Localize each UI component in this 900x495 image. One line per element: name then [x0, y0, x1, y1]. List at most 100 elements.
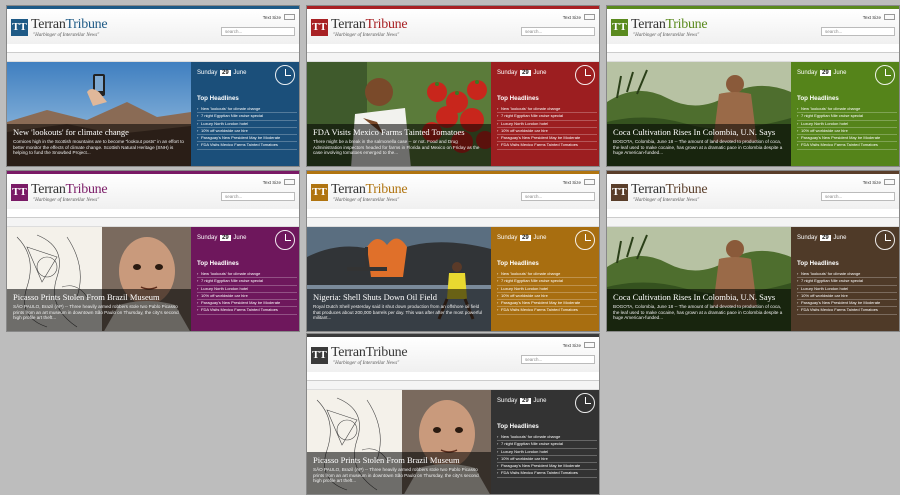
headline-item[interactable]: Luxury North London hotel	[197, 121, 297, 128]
theme-preview-panel[interactable]: TT TerranTribune "Harbinger of Interstel…	[6, 5, 300, 167]
text-size-control[interactable]	[284, 14, 295, 20]
headline-item[interactable]: FDA Visits Mexico Farms Tainted Tomatoes	[797, 307, 897, 315]
story-title[interactable]: Coca Cultivation Rises In Colombia, U.N.…	[613, 127, 785, 137]
story-title[interactable]: FDA Visits Mexico Farms Tainted Tomatoes	[313, 127, 485, 137]
theme-preview-panel[interactable]: TT TerranTribune "Harbinger of Interstel…	[306, 5, 600, 167]
headline-item[interactable]: 10% off worldwide car hire	[497, 456, 597, 464]
site-logo[interactable]: TerranTribune	[631, 17, 708, 33]
headline-item[interactable]: Paraguay's New President May be Moderate	[797, 300, 897, 308]
text-size-control[interactable]	[584, 342, 595, 348]
text-size-control[interactable]	[884, 179, 895, 185]
logo-mark-icon[interactable]: TT	[311, 19, 328, 36]
headline-item[interactable]: 7 night Egyptian Nile cruise special	[797, 278, 897, 286]
site-tagline: "Harbinger of Interstellar News"	[333, 198, 400, 203]
story-title[interactable]: Nigeria: Shell Shuts Down Oil Field	[313, 292, 485, 302]
headline-item[interactable]: 10% off worldwide car hire	[797, 293, 897, 301]
headline-item[interactable]: Luxury North London hotel	[497, 121, 597, 128]
theme-preview-panel[interactable]: TT TerranTribune "Harbinger of Interstel…	[306, 333, 600, 495]
logo-mark-icon[interactable]: TT	[611, 184, 628, 201]
sidebar: Sunday 29 June Top Headlines New 'lookou…	[491, 62, 599, 166]
text-size-control[interactable]	[584, 14, 595, 20]
search-input[interactable]: search...	[521, 27, 595, 36]
clock-icon	[275, 230, 295, 250]
text-size-label: Text Size	[262, 15, 281, 20]
headline-item[interactable]: 7 night Egyptian Nile cruise special	[497, 113, 597, 121]
headline-item[interactable]: 10% off worldwide car hire	[497, 293, 597, 301]
text-size-control[interactable]	[584, 179, 595, 185]
headline-item[interactable]: FDA Visits Mexico Farms Tainted Tomatoes	[497, 142, 597, 150]
sub-nav: FeaturesTypographyTutorialsWrapperStuff	[7, 218, 299, 232]
search-input[interactable]: search...	[221, 27, 295, 36]
headline-item[interactable]: Paraguay's New President May be Moderate	[497, 463, 597, 471]
logo-mark-icon[interactable]: TT	[11, 184, 28, 201]
theme-preview-panel[interactable]: TT TerranTribune "Harbinger of Interstel…	[6, 170, 300, 332]
headline-item[interactable]: 7 night Egyptian Nile cruise special	[497, 441, 597, 449]
site-logo[interactable]: TerranTribune	[631, 182, 708, 198]
headline-item[interactable]: FDA Visits Mexico Farms Tainted Tomatoes	[497, 470, 597, 478]
theme-preview-panel[interactable]: TT TerranTribune "Harbinger of Interstel…	[606, 170, 900, 332]
headline-list: New 'lookouts' for climate change7 night…	[197, 106, 297, 150]
headline-item[interactable]: Paraguay's New President May be Moderate	[797, 135, 897, 143]
story-title[interactable]: Picasso Prints Stolen From Brazil Museum	[13, 292, 185, 302]
headline-item[interactable]: New 'lookouts' for climate change	[197, 271, 297, 279]
headline-item[interactable]: 7 night Egyptian Nile cruise special	[497, 278, 597, 286]
headline-item[interactable]: Paraguay's New President May be Moderate	[497, 135, 597, 143]
site-logo[interactable]: TerranTribune	[331, 17, 408, 33]
logo-mark-icon[interactable]: TT	[11, 19, 28, 36]
theme-preview-panel[interactable]: TT TerranTribune "Harbinger of Interstel…	[306, 170, 600, 332]
headline-item[interactable]: FDA Visits Mexico Farms Tainted Tomatoes	[197, 307, 297, 315]
headline-item[interactable]: 10% off worldwide car hire	[197, 128, 297, 136]
headline-item[interactable]: New 'lookouts' for climate change	[797, 271, 897, 279]
headline-item[interactable]: Luxury North London hotel	[497, 286, 597, 293]
headline-item[interactable]: Luxury North London hotel	[797, 286, 897, 293]
search-input[interactable]: search...	[821, 192, 895, 201]
text-size-control[interactable]	[884, 14, 895, 20]
headline-item[interactable]: New 'lookouts' for climate change	[497, 434, 597, 442]
text-size-control[interactable]	[284, 179, 295, 185]
headline-item[interactable]: 7 night Egyptian Nile cruise special	[797, 113, 897, 121]
site-logo[interactable]: TerranTribune	[331, 345, 408, 361]
story-title[interactable]: New 'lookouts' for climate change	[13, 127, 185, 137]
headline-item[interactable]: 7 night Egyptian Nile cruise special	[197, 113, 297, 121]
headline-item[interactable]: FDA Visits Mexico Farms Tainted Tomatoes	[797, 142, 897, 150]
headline-item[interactable]: FDA Visits Mexico Farms Tainted Tomatoes	[197, 142, 297, 150]
headline-item[interactable]: Luxury North London hotel	[497, 449, 597, 456]
logo-mark-icon[interactable]: TT	[311, 347, 328, 364]
logo-mark-icon[interactable]: TT	[311, 184, 328, 201]
featured-story[interactable]: FDA Visits Mexico Farms Tainted Tomatoes…	[307, 62, 491, 166]
theme-preview-panel[interactable]: TT TerranTribune "Harbinger of Interstel…	[606, 5, 900, 167]
featured-story[interactable]: Coca Cultivation Rises In Colombia, U.N.…	[607, 227, 791, 331]
story-title[interactable]: Coca Cultivation Rises In Colombia, U.N.…	[613, 292, 785, 302]
featured-story[interactable]: Picasso Prints Stolen From Brazil Museum…	[307, 390, 491, 494]
featured-story[interactable]: New 'lookouts' for climate change Cornic…	[7, 62, 191, 166]
headline-list: New 'lookouts' for climate change7 night…	[497, 106, 597, 150]
headline-item[interactable]: New 'lookouts' for climate change	[497, 106, 597, 114]
headline-item[interactable]: Luxury North London hotel	[797, 121, 897, 128]
headline-item[interactable]: New 'lookouts' for climate change	[797, 106, 897, 114]
headline-item[interactable]: 10% off worldwide car hire	[797, 128, 897, 136]
headline-item[interactable]: New 'lookouts' for climate change	[197, 106, 297, 114]
featured-story[interactable]: Nigeria: Shell Shuts Down Oil Field Roya…	[307, 227, 491, 331]
headline-item[interactable]: Paraguay's New President May be Moderate	[497, 300, 597, 308]
featured-story[interactable]: Coca Cultivation Rises In Colombia, U.N.…	[607, 62, 791, 166]
search-input[interactable]: search...	[521, 355, 595, 364]
search-input[interactable]: search...	[821, 27, 895, 36]
headline-item[interactable]: Luxury North London hotel	[197, 286, 297, 293]
logo-mark-icon[interactable]: TT	[611, 19, 628, 36]
headline-item[interactable]: FDA Visits Mexico Farms Tainted Tomatoes	[497, 307, 597, 315]
headline-item[interactable]: 10% off worldwide car hire	[197, 293, 297, 301]
search-input[interactable]: search...	[221, 192, 295, 201]
story-title[interactable]: Picasso Prints Stolen From Brazil Museum	[313, 455, 485, 465]
text-size-label: Text Size	[862, 180, 881, 185]
site-logo[interactable]: TerranTribune	[31, 182, 108, 198]
featured-story[interactable]: Picasso Prints Stolen From Brazil Museum…	[7, 227, 191, 331]
headline-item[interactable]: 7 night Egyptian Nile cruise special	[197, 278, 297, 286]
headline-item[interactable]: Paraguay's New President May be Moderate	[197, 135, 297, 143]
headline-item[interactable]: 10% off worldwide car hire	[497, 128, 597, 136]
headline-item[interactable]: New 'lookouts' for climate change	[497, 271, 597, 279]
search-input[interactable]: search...	[521, 192, 595, 201]
headline-item[interactable]: Paraguay's New President May be Moderate	[197, 300, 297, 308]
sub-nav: FeaturesTypographyTutorialsWrapperStuff	[307, 218, 599, 232]
site-logo[interactable]: TerranTribune	[31, 17, 108, 33]
site-logo[interactable]: TerranTribune	[331, 182, 408, 198]
